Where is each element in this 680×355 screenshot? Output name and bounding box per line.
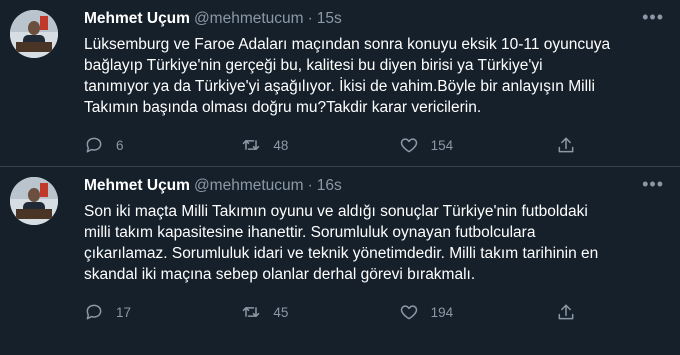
reply-icon <box>86 137 102 153</box>
reply-count: 6 <box>116 137 124 153</box>
heart-icon <box>400 138 417 153</box>
author-name[interactable]: Mehmet Uçum <box>84 10 190 27</box>
separator: · <box>307 10 313 27</box>
timestamp[interactable]: 16s <box>317 177 342 194</box>
retweet-button[interactable]: 45 <box>241 302 297 322</box>
like-count: 154 <box>430 137 454 153</box>
retweet-count: 48 <box>273 137 289 153</box>
tweet-actions: 6 48 154 <box>84 132 576 158</box>
tweet[interactable]: Mehmet Uçum @mehmetucum · 15s ••• Lüksembur… <box>0 0 680 158</box>
heart-icon <box>400 305 417 320</box>
more-horizontal-icon[interactable]: ••• <box>642 8 664 26</box>
timestamp[interactable]: 15s <box>317 10 342 27</box>
like-button[interactable]: 154 <box>399 135 455 155</box>
share-icon <box>558 304 574 320</box>
reply-button[interactable]: 6 <box>84 135 140 155</box>
separator: · <box>307 177 313 194</box>
like-button[interactable]: 194 <box>399 302 455 322</box>
reply-button[interactable]: 17 <box>84 302 140 322</box>
author-name[interactable]: Mehmet Uçum <box>84 177 190 194</box>
tweet[interactable]: Mehmet Uçum @mehmetucum · 16s ••• Son iki m… <box>0 166 680 325</box>
retweet-icon <box>243 140 260 150</box>
tweet-text: Lüksemburg ve Faroe Adaları maçından son… <box>84 36 611 116</box>
author-handle[interactable]: @mehmetucum <box>194 177 304 194</box>
retweet-button[interactable]: 48 <box>241 135 297 155</box>
share-icon <box>558 137 574 153</box>
avatar[interactable] <box>10 177 58 225</box>
reply-count: 17 <box>116 304 132 320</box>
tweet-header: Mehmet Uçum @mehmetucum · 15s ••• <box>84 8 664 30</box>
tweet-actions: 17 45 194 <box>84 299 576 325</box>
share-button[interactable] <box>556 135 576 155</box>
tweet-header: Mehmet Uçum @mehmetucum · 16s ••• <box>84 175 664 197</box>
more-horizontal-icon[interactable]: ••• <box>642 175 664 193</box>
retweet-count: 45 <box>273 304 289 320</box>
author-handle[interactable]: @mehmetucum <box>194 10 304 27</box>
share-button[interactable] <box>556 302 576 322</box>
avatar[interactable] <box>10 10 58 58</box>
like-count: 194 <box>430 304 454 320</box>
tweet-text: Son iki maçta Milli Takımın oyunu ve ald… <box>84 203 599 283</box>
reply-icon <box>86 304 102 320</box>
retweet-icon <box>243 307 260 317</box>
